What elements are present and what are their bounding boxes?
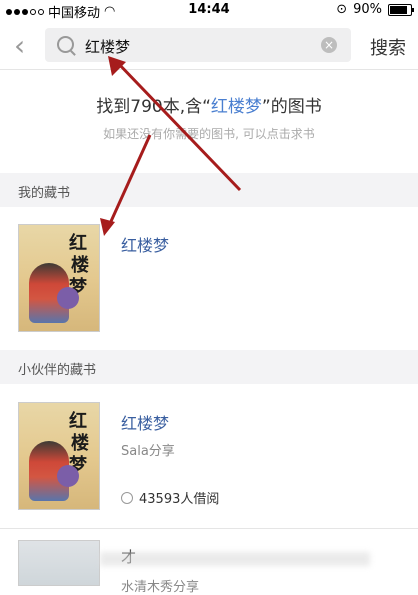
book-owner: Sala分享 xyxy=(121,444,175,459)
battery-area: ⊙ 90% xyxy=(336,2,414,17)
book-cover[interactable]: 红 楼 梦 xyxy=(18,224,100,332)
clear-icon[interactable]: × xyxy=(321,37,337,53)
search-bar: ‹ 红楼梦 × 搜索 xyxy=(0,24,418,68)
battery-percent: 90% xyxy=(353,2,382,17)
user-icon xyxy=(121,491,133,504)
search-query: 红楼梦 xyxy=(85,38,131,56)
section-my-books: 我的藏书 xyxy=(0,173,418,207)
lock-rotation-icon: ⊙ xyxy=(336,2,348,17)
request-book-hint[interactable]: 如果还没有你需要的图书, 可以点击求书 xyxy=(0,125,418,142)
book-title[interactable]: 红楼梦 xyxy=(121,232,169,256)
divider xyxy=(0,69,418,70)
cover-fan xyxy=(57,287,79,309)
battery-icon xyxy=(388,3,414,16)
divider xyxy=(0,528,418,529)
status-bar: 中国移动 ◠ 14:44 ⊙ 90% xyxy=(0,0,418,21)
result-keyword: 红楼梦 xyxy=(210,97,262,117)
book-cover[interactable]: 红 楼 梦 xyxy=(18,402,100,510)
section-label: 小伙伴的藏书 xyxy=(18,363,97,378)
book-owner: 水清木秀分享 xyxy=(121,580,200,595)
borrow-count: 43593人借阅 xyxy=(121,488,219,507)
result-prefix: 找到790本,含“ xyxy=(96,97,211,117)
result-suffix: ”的图书 xyxy=(261,97,322,117)
search-icon xyxy=(57,36,74,53)
blur-mask xyxy=(100,552,370,566)
result-summary: 找到790本,含“红楼梦”的图书 xyxy=(0,92,418,117)
book-title[interactable]: 红楼梦 xyxy=(121,410,169,434)
back-button[interactable]: ‹ xyxy=(14,32,38,60)
borrow-text: 43593人借阅 xyxy=(139,492,220,507)
search-input[interactable]: 红楼梦 × xyxy=(45,28,351,62)
cover-fan xyxy=(57,465,79,487)
section-friends-books: 小伙伴的藏书 xyxy=(0,350,418,384)
section-label: 我的藏书 xyxy=(18,186,71,201)
search-button[interactable]: 搜索 xyxy=(370,34,406,60)
chevron-left-icon: ‹ xyxy=(14,29,26,62)
book-cover[interactable] xyxy=(18,540,100,586)
